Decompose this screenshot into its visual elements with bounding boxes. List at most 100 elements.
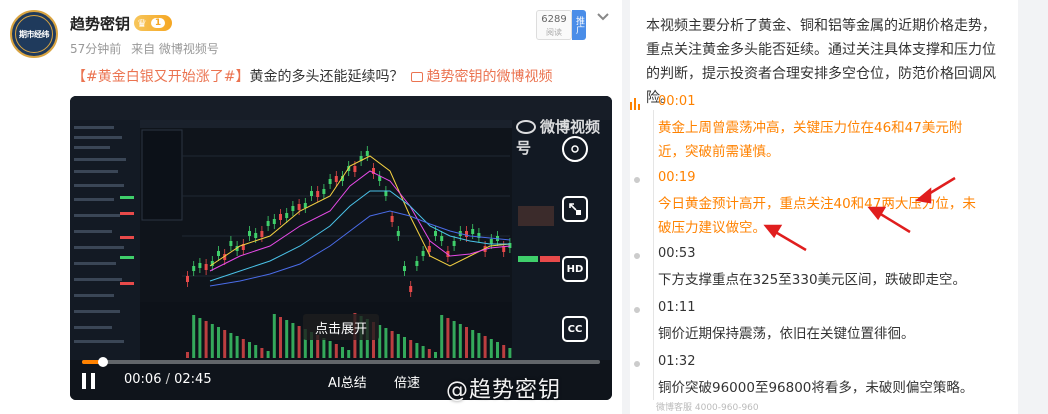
volume-bar <box>489 339 493 358</box>
user-name[interactable]: 趋势密钥 <box>70 13 130 34</box>
volume-bar <box>328 341 332 358</box>
volume-bar <box>297 326 301 358</box>
volume-bar <box>322 338 326 358</box>
candle-body <box>248 231 251 236</box>
candle-body <box>396 231 400 236</box>
candle-body <box>365 151 369 156</box>
avatar[interactable]: 期市经纬 <box>10 10 58 58</box>
timeline-dot <box>634 253 640 259</box>
candle-body <box>229 241 233 246</box>
post-source: 来自 微博视频号 <box>131 42 219 56</box>
candle-body <box>303 203 307 208</box>
volume-bar <box>334 344 338 358</box>
weibo-eye-icon <box>516 120 536 134</box>
pip-button[interactable] <box>562 196 588 222</box>
candle-body <box>390 216 394 222</box>
candle-body <box>334 176 338 182</box>
speed-button[interactable]: 倍速 <box>394 372 420 391</box>
volume-bar <box>483 336 487 358</box>
volume-bar <box>347 350 351 358</box>
expand-button[interactable]: 点击展开 <box>303 314 379 340</box>
candle-body <box>186 276 189 282</box>
volume-bar <box>390 331 394 358</box>
volume-bar <box>409 340 413 358</box>
candle-body <box>260 231 264 237</box>
candle-body <box>198 263 202 268</box>
timeline-dot <box>634 177 640 183</box>
promo-tag[interactable]: 推广 <box>572 10 586 40</box>
video-link[interactable]: 趋势密钥的微博视频 <box>426 69 552 85</box>
volume-bar <box>502 345 506 358</box>
volume-bar <box>465 327 468 358</box>
post-meta: 57分钟前 来自 微博视频号 <box>70 40 225 57</box>
chapter-time: 00:53 <box>658 246 696 261</box>
candle-body <box>403 266 406 271</box>
candle-body <box>421 251 425 256</box>
time-display: 00:06 / 02:45 <box>124 372 212 387</box>
chapter-desc: 下方支撑重点在325至330美元区间，跌破即走空。 <box>658 272 967 288</box>
chapter-desc: 铜价近期保持震荡，依旧在关键位置徘徊。 <box>658 326 915 342</box>
volume-bar <box>241 339 245 358</box>
volume-bar <box>508 348 512 358</box>
volume-bar <box>186 352 189 358</box>
chevron-down-icon[interactable] <box>596 10 610 26</box>
annotation-arrow <box>763 224 807 252</box>
vip-level: 1 <box>150 18 166 28</box>
post-text: 【#黄金白银又开始涨了#】黄金的多头还能延续吗？ 趋势密钥的微博视频 <box>72 66 552 86</box>
volume-bar <box>260 348 264 358</box>
video-progress-bar[interactable] <box>82 357 600 367</box>
volume-bar <box>458 324 462 358</box>
hd-button[interactable]: HD <box>562 256 588 282</box>
volume-bar <box>291 323 295 358</box>
timeline-dot <box>634 361 640 367</box>
bottom-watermark: @趋势密钥 <box>446 378 562 403</box>
volume-bar <box>229 333 233 358</box>
topic-link[interactable]: 【#黄金白银又开始涨了#】 <box>72 69 249 85</box>
post-body: 黄金的多头还能延续吗？ <box>249 69 404 85</box>
chapter-time: 01:11 <box>658 300 696 315</box>
candle-body <box>427 246 431 252</box>
progress-handle[interactable] <box>97 357 108 367</box>
candle-body <box>310 191 313 196</box>
volume-bar <box>272 314 276 358</box>
ai-summary-button[interactable]: AI总结 <box>328 372 367 391</box>
candle-body <box>254 233 258 238</box>
candle-body <box>285 213 289 218</box>
chapter-time: 00:01 <box>658 94 696 109</box>
chapter-desc: 铜价突破96000至96800将看多，未破则偏空策略。 <box>658 380 974 396</box>
candle-body <box>434 231 437 236</box>
vip-badge[interactable]: ♛ 1 <box>134 15 172 31</box>
volume-bar <box>192 315 196 358</box>
volume-bar <box>403 337 406 358</box>
volume-bar <box>235 336 239 358</box>
timeline-dot <box>634 307 640 313</box>
candle-body <box>204 264 208 270</box>
candle-body <box>291 206 295 211</box>
candle-body <box>409 286 413 292</box>
page-root: 期市经纬 趋势密钥 ♛ 1 57分钟前 来自 微博视频号 6289 阅读 推广 … <box>0 0 1048 414</box>
volume-bar <box>204 321 208 358</box>
pause-icon[interactable] <box>82 373 96 389</box>
weibo-post-card: 期市经纬 趋势密钥 ♛ 1 57分钟前 来自 微博视频号 6289 阅读 推广 … <box>0 0 622 414</box>
volume-bar <box>396 334 400 358</box>
candle-body <box>316 191 320 197</box>
candle-body <box>465 231 468 237</box>
volume-bar <box>427 349 431 358</box>
volume-bar <box>452 321 456 358</box>
video-player[interactable]: 微博视频号 HD CC 点击展开 00:06 / 02:45 AI总结 倍速 <box>70 96 612 400</box>
play-circle-icon[interactable] <box>562 136 588 162</box>
video-link-icon <box>411 72 424 82</box>
candle-body <box>452 241 456 246</box>
candle-body <box>272 219 276 224</box>
candle-body <box>489 239 493 244</box>
candle-body <box>384 191 388 196</box>
cc-button[interactable]: CC <box>562 316 588 342</box>
chapter-time: 00:19 <box>658 170 696 185</box>
post-time[interactable]: 57分钟前 <box>70 42 121 56</box>
volume-bar <box>266 351 270 358</box>
volume-bar <box>223 330 227 358</box>
volume-bar <box>198 318 202 358</box>
volume-bar <box>440 315 444 358</box>
time-total: 02:45 <box>174 372 212 387</box>
candle-body <box>471 229 475 234</box>
